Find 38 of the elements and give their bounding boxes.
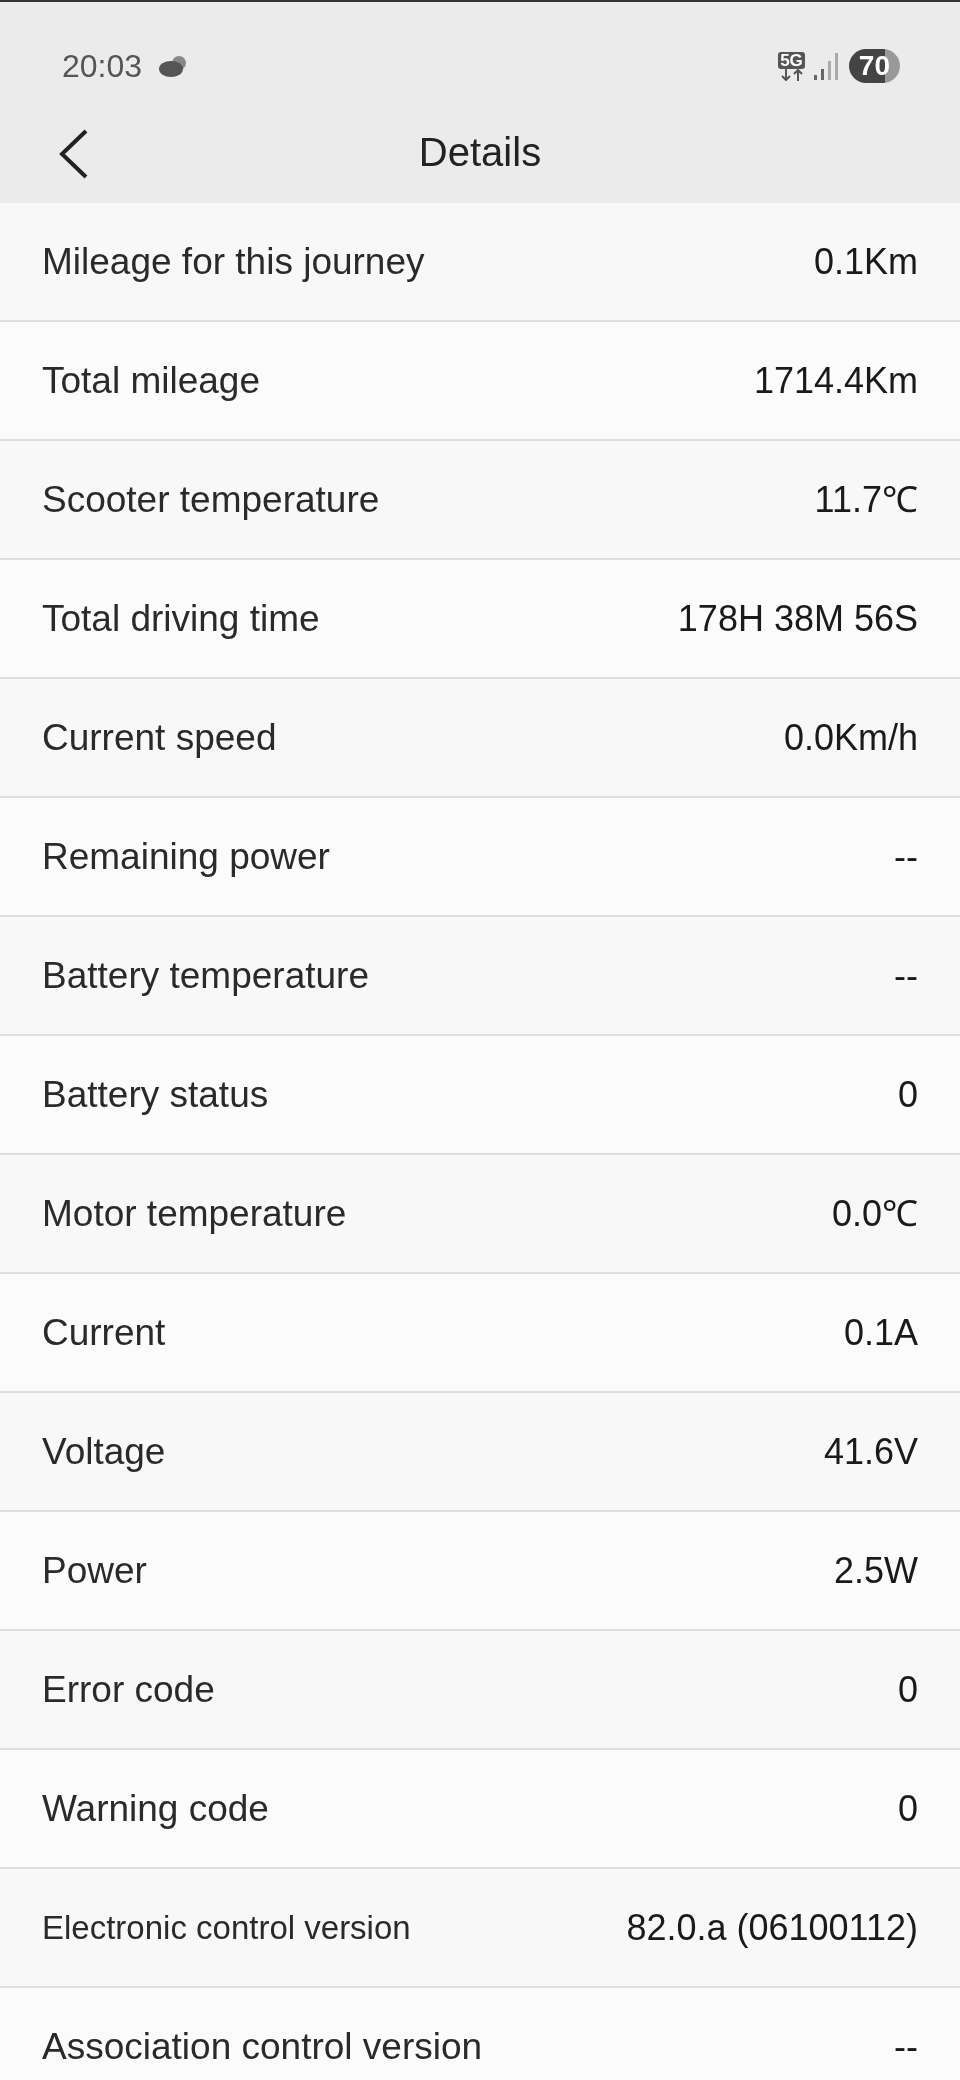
row-value: -- [894, 2024, 918, 2069]
row-value: 0 [897, 1786, 918, 1831]
row-value: 2.5W [833, 1548, 918, 1593]
row-value: -- [894, 953, 918, 998]
row-label: Voltage [42, 1429, 166, 1474]
row-label: Motor temperature [42, 1191, 347, 1236]
row-value: 0 [897, 1667, 918, 1712]
row-label: Battery status [42, 1072, 269, 1117]
row-label: Scooter temperature [42, 477, 380, 522]
row-label: Battery temperature [42, 953, 369, 998]
row-value: 178H 38M 56S [677, 596, 918, 641]
row-value: 41.6V [823, 1429, 918, 1474]
row-label: Remaining power [42, 834, 330, 879]
row-value: 82.0.a (06100112) [626, 1905, 918, 1950]
row-label: Total mileage [42, 358, 260, 403]
page-title: Details [418, 128, 542, 176]
row-value: 0.1A [843, 1310, 918, 1355]
row-value: 0.1Km [813, 239, 918, 284]
row-value: 0 [897, 1072, 918, 1117]
row-value: 11.7℃ [814, 477, 918, 522]
row-label: Total driving time [42, 596, 320, 641]
row-label: Current speed [42, 715, 277, 760]
data-arrows-icon [778, 68, 805, 81]
signal-icon [812, 51, 841, 81]
network-label: 5G [778, 51, 805, 69]
row-label: Mileage for this journey [42, 239, 425, 284]
row-value: 1714.4Km [753, 358, 918, 403]
row-value: -- [894, 834, 918, 879]
row-label: Current [42, 1310, 166, 1355]
row-value: 0.0℃ [831, 1191, 918, 1236]
row-value: 0.0Km/h [783, 715, 918, 760]
battery-indicator: 70 [848, 49, 900, 83]
row-label: Association control version [42, 2024, 483, 2069]
row-label: Error code [42, 1667, 215, 1712]
row-label: Power [42, 1548, 147, 1593]
row-label: Electronic control version [42, 1907, 411, 1948]
row-label: Warning code [42, 1786, 269, 1831]
clock-time: 20:03 [62, 47, 143, 86]
